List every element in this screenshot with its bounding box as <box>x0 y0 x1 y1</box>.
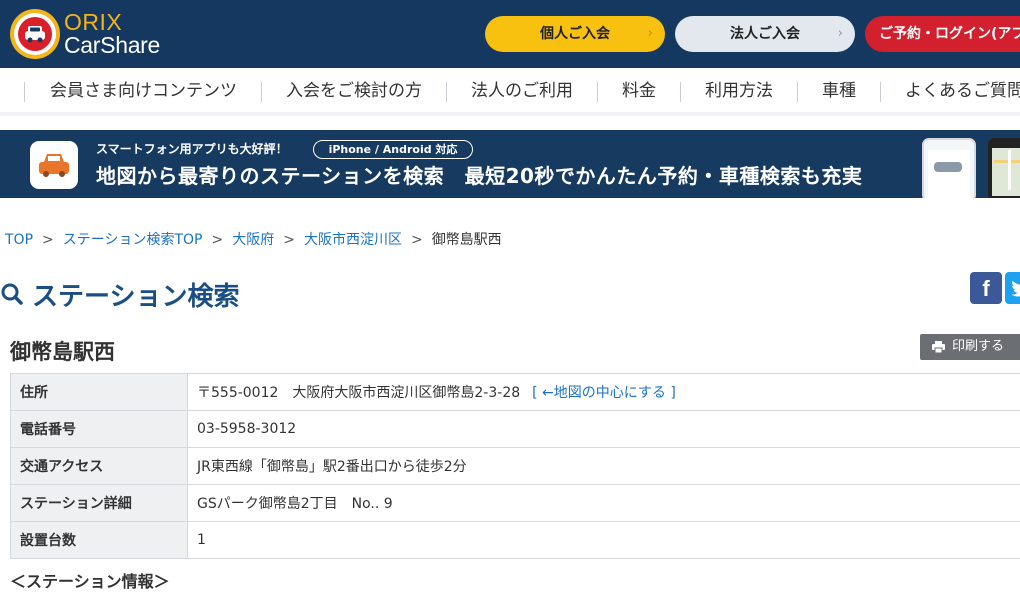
chevron-right-icon: › <box>838 16 843 52</box>
nav-divider <box>261 82 262 102</box>
search-icon <box>0 282 24 306</box>
personal-join-label: 個人ご入会 <box>540 26 610 42</box>
page-title: ステーション検索 <box>32 276 239 313</box>
banner-headline: 地図から最寄りのステーションを検索 最短20秒でかんたん予約・車種検索も充実 <box>96 160 862 189</box>
printer-icon <box>932 341 945 353</box>
nav-item-member-contents[interactable]: 会員さま向けコンテンツ <box>50 68 237 112</box>
row-label-phone: 電話番号 <box>11 411 188 448</box>
corporate-join-button[interactable]: 法人ご入会 › <box>675 16 855 52</box>
nav-divider <box>880 82 881 102</box>
breadcrumb-current: 御幣島駅西 <box>432 232 502 248</box>
login-label: ご予約・ログイン(アプリ <box>879 26 1020 42</box>
breadcrumb-separator: > <box>411 232 423 248</box>
nav-divider <box>680 82 681 102</box>
breadcrumb-link-ward[interactable]: 大阪市西淀川区 <box>304 232 402 248</box>
nav-item-faq[interactable]: よくあるご質問 <box>905 68 1020 112</box>
login-button[interactable]: ご予約・ログイン(アプリ <box>865 16 1020 52</box>
twitter-bird-icon <box>1005 272 1020 304</box>
chevron-right-icon: › <box>648 16 653 52</box>
nav-divider <box>24 82 25 102</box>
station-info-heading: ＜ステーション情報＞ <box>10 568 170 592</box>
personal-join-button[interactable]: 個人ご入会 › <box>485 16 665 52</box>
nav-item-corporate[interactable]: 法人のご利用 <box>471 68 573 112</box>
table-row: ステーション詳細 GSパーク御幣島2丁目 No.. 9 <box>11 485 1020 522</box>
orix-carshare-logo[interactable]: ORIX CarShare <box>10 9 160 59</box>
site-header: ORIX CarShare 個人ご入会 › 法人ご入会 › ご予約・ログイン(ア… <box>0 0 1020 68</box>
row-value-station-detail: GSパーク御幣島2丁目 No.. 9 <box>188 485 1020 522</box>
logo-mark-icon <box>10 9 60 59</box>
row-label-station-detail: ステーション詳細 <box>11 485 188 522</box>
nav-item-considering[interactable]: 入会をご検討の方 <box>286 68 422 112</box>
breadcrumb-separator: > <box>42 232 54 248</box>
nav-item-price[interactable]: 料金 <box>622 68 656 112</box>
breadcrumb-link-top[interactable]: TOP <box>5 232 33 248</box>
facebook-share-button[interactable]: f <box>970 272 1002 304</box>
breadcrumb-separator: > <box>283 232 295 248</box>
breadcrumb-separator: > <box>211 232 223 248</box>
app-icon <box>30 141 78 189</box>
car-icon <box>38 150 70 180</box>
nav-item-how-to-use[interactable]: 利用方法 <box>705 68 773 112</box>
station-name: 御幣島駅西 <box>10 336 115 366</box>
app-banner[interactable]: スマートフォン用アプリも大好評！ iPhone / Android 対応 地図か… <box>0 130 1020 198</box>
address-text: 〒555-0012 大阪府大阪市西淀川区御幣島2-3-28 <box>197 385 520 401</box>
row-label-access: 交通アクセス <box>11 448 188 485</box>
global-nav: 会員さま向けコンテンツ 入会をご検討の方 法人のご利用 料金 利用方法 車種 よ… <box>0 68 1020 116</box>
logo-carshare-text: CarShare <box>64 32 160 59</box>
center-map-link[interactable]: [ ←地図の中心にする ] <box>532 385 676 401</box>
row-label-address: 住所 <box>11 374 188 411</box>
table-row: 設置台数 1 <box>11 522 1020 559</box>
nav-divider <box>797 82 798 102</box>
row-value-address: 〒555-0012 大阪府大阪市西淀川区御幣島2-3-28 [ ←地図の中心にする… <box>188 374 1020 411</box>
table-row: 住所 〒555-0012 大阪府大阪市西淀川区御幣島2-3-28 [ ←地図の中心… <box>11 374 1020 411</box>
station-info-table: 住所 〒555-0012 大阪府大阪市西淀川区御幣島2-3-28 [ ←地図の中心… <box>10 373 1020 559</box>
print-label: 印刷する <box>952 339 1004 354</box>
table-row: 交通アクセス JR東西線「御幣島」駅2番出口から徒歩2分 <box>11 448 1020 485</box>
corporate-join-label: 法人ご入会 <box>730 26 800 42</box>
phone-screenshot-image <box>922 138 976 198</box>
print-button[interactable]: 印刷する <box>920 334 1020 360</box>
phone-map-screenshot-image <box>988 138 1020 198</box>
banner-platform-pill: iPhone / Android 対応 <box>313 140 473 159</box>
nav-divider <box>597 82 598 102</box>
row-value-phone: 03-5958-3012 <box>188 411 1020 448</box>
twitter-share-button[interactable] <box>1005 272 1020 304</box>
table-row: 電話番号 03-5958-3012 <box>11 411 1020 448</box>
row-value-car-count: 1 <box>188 522 1020 559</box>
breadcrumb-link-station-search[interactable]: ステーション検索TOP <box>63 232 203 248</box>
row-label-car-count: 設置台数 <box>11 522 188 559</box>
banner-subtitle: スマートフォン用アプリも大好評！ <box>96 140 288 157</box>
nav-item-car-types[interactable]: 車種 <box>822 68 856 112</box>
row-value-access: JR東西線「御幣島」駅2番出口から徒歩2分 <box>188 448 1020 485</box>
nav-divider <box>446 82 447 102</box>
breadcrumb: TOP > ステーション検索TOP > 大阪府 > 大阪市西淀川区 > 御幣島駅西 <box>5 229 502 249</box>
breadcrumb-link-prefecture[interactable]: 大阪府 <box>232 232 274 248</box>
